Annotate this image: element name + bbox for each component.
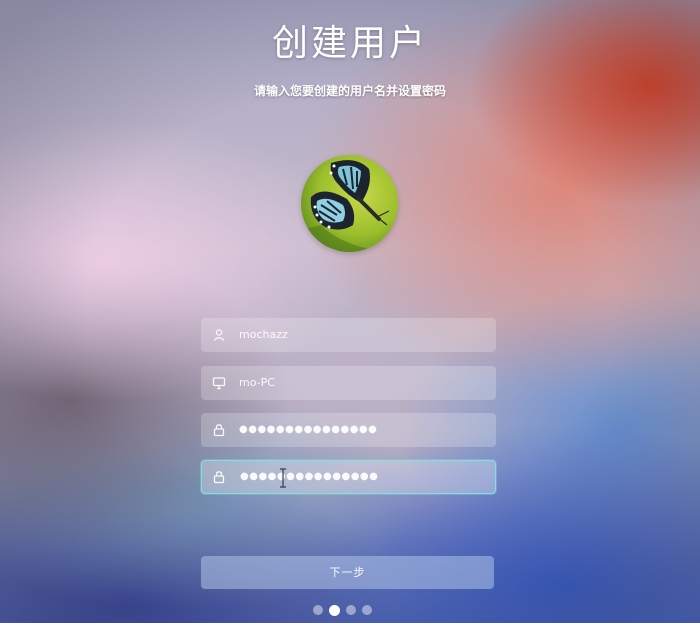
page-subtitle: 请输入您要创建的用户名并设置密码 [253, 84, 446, 98]
password-field[interactable]: ●●●●●●●●●●●●●●● [201, 413, 496, 447]
computer-name-value: mo-PC [239, 376, 275, 389]
text-cursor-icon [280, 468, 286, 488]
confirm-password-value: ●●●●●●●●●●●●●●● [240, 471, 379, 482]
step-dot-1 [313, 605, 323, 615]
page-title: 创建用户 [271, 23, 428, 64]
user-avatar[interactable] [301, 155, 398, 252]
lock-icon [213, 424, 225, 437]
butterfly-avatar-icon [301, 155, 398, 252]
step-indicator [313, 604, 372, 616]
step-dot-3 [346, 605, 356, 615]
username-value: mochazz [239, 328, 288, 341]
create-user-screen: 创建用户 请输入您要创建的用户名并设置密码 mochazz mo-PC ●●●●… [0, 0, 700, 623]
password-value: ●●●●●●●●●●●●●●● [239, 424, 378, 435]
next-button[interactable]: 下一步 [201, 556, 494, 589]
lock-icon [213, 471, 225, 484]
step-dot-2-active [329, 604, 340, 616]
user-icon [213, 329, 225, 341]
confirm-password-field[interactable]: ●●●●●●●●●●●●●●● [201, 460, 496, 494]
username-field[interactable]: mochazz [201, 318, 496, 352]
computer-icon [212, 377, 226, 390]
computer-name-field[interactable]: mo-PC [201, 366, 496, 400]
step-dot-4 [362, 605, 372, 615]
